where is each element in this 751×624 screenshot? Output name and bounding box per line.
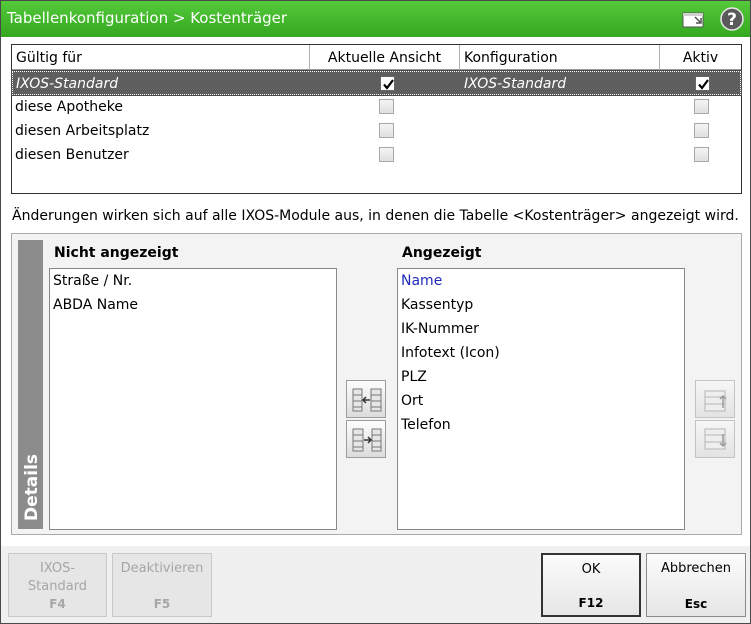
table-row[interactable]: diesen Arbeitsplatz	[12, 119, 741, 143]
deactivate-button[interactable]: Deaktivieren F5	[112, 553, 212, 617]
active-checkbox[interactable]	[694, 147, 709, 162]
button-shortcut: F5	[153, 597, 171, 611]
list-item[interactable]: Infotext (Icon)	[401, 341, 500, 365]
button-shortcut: Esc	[684, 597, 708, 611]
button-label: Abbrechen	[660, 561, 732, 576]
svg-text:?: ?	[727, 10, 737, 30]
hidden-columns-list[interactable]: Straße / Nr. ABDA Name	[49, 268, 337, 530]
cell-valid-for: diesen Arbeitsplatz	[15, 123, 150, 139]
column-header-current-view[interactable]: Aktuelle Ansicht	[310, 45, 460, 70]
move-up-icon	[704, 390, 727, 412]
column-header-valid-for[interactable]: Gültig für	[12, 45, 310, 70]
current-view-checkbox[interactable]	[379, 99, 394, 114]
current-view-checkbox[interactable]	[380, 76, 395, 91]
table-row[interactable]: diesen Benutzer	[12, 143, 741, 167]
button-label: OK	[581, 562, 601, 577]
footer-bar: IXOS- Standard F4 Deaktivieren F5 OK F12 …	[1, 546, 750, 623]
button-label-line2: Standard	[27, 579, 88, 594]
list-item[interactable]: Name	[401, 269, 442, 293]
move-up-button[interactable]	[695, 380, 735, 418]
window-icon[interactable]	[681, 7, 707, 31]
help-icon[interactable]: ?	[719, 7, 745, 31]
table-row[interactable]: diese Apotheke	[12, 95, 741, 119]
ixos-standard-button[interactable]: IXOS- Standard F4	[8, 553, 107, 617]
move-down-icon	[704, 428, 727, 450]
cell-valid-for: IXOS-Standard	[16, 76, 119, 92]
active-checkbox[interactable]	[695, 76, 710, 91]
list-item[interactable]: ABDA Name	[53, 293, 138, 317]
title-bar: Tabellenkonfiguration > Kostenträger ?	[1, 1, 750, 37]
shown-columns-label: Angezeigt	[402, 245, 482, 261]
move-down-button[interactable]	[695, 420, 735, 458]
info-text: Änderungen wirken sich auf alle IXOS-Mod…	[12, 208, 739, 224]
button-label: Deaktivieren	[120, 561, 204, 576]
dialog-window: Tabellenkonfiguration > Kostenträger ? G…	[0, 0, 751, 624]
cancel-button[interactable]: Abbrechen Esc	[646, 553, 746, 617]
button-shortcut: F12	[578, 596, 604, 610]
table-header: Gültig für Aktuelle Ansicht Konfiguratio…	[12, 45, 741, 70]
list-item[interactable]: Ort	[401, 389, 423, 413]
cell-valid-for: diesen Benutzer	[15, 147, 129, 163]
button-shortcut: F4	[49, 597, 66, 611]
ok-button[interactable]: OK F12	[541, 553, 641, 617]
details-panel: Details Nicht angezeigt Angezeigt Straße…	[11, 233, 742, 535]
column-header-active[interactable]: Aktiv	[660, 45, 741, 70]
table-row[interactable]: IXOS-Standard IXOS-Standard	[11, 70, 742, 96]
move-left-icon	[352, 388, 382, 412]
cell-configuration: IXOS-Standard	[464, 76, 567, 92]
list-item[interactable]: Straße / Nr.	[53, 269, 132, 293]
window-title: Tabellenkonfiguration > Kostenträger	[7, 9, 288, 27]
button-label-line1: IXOS-	[39, 561, 76, 576]
shown-columns-list[interactable]: Name Kassentyp IK-Nummer Infotext (Icon)…	[397, 268, 685, 530]
hidden-columns-label: Nicht angezeigt	[54, 245, 179, 261]
list-item[interactable]: Telefon	[401, 413, 451, 437]
current-view-checkbox[interactable]	[379, 123, 394, 138]
details-tab-label: Details	[22, 453, 42, 521]
move-right-icon	[352, 428, 382, 452]
details-tab[interactable]: Details	[18, 240, 43, 529]
column-header-configuration[interactable]: Konfiguration	[460, 45, 660, 70]
list-item[interactable]: IK-Nummer	[401, 317, 479, 341]
cell-valid-for: diese Apotheke	[15, 99, 123, 115]
config-table: Gültig für Aktuelle Ansicht Konfiguratio…	[11, 44, 742, 194]
move-to-hidden-button[interactable]	[346, 380, 386, 418]
current-view-checkbox[interactable]	[379, 147, 394, 162]
active-checkbox[interactable]	[694, 99, 709, 114]
list-item[interactable]: Kassentyp	[401, 293, 473, 317]
list-item[interactable]: PLZ	[401, 365, 427, 389]
move-to-shown-button[interactable]	[346, 420, 386, 458]
active-checkbox[interactable]	[694, 123, 709, 138]
